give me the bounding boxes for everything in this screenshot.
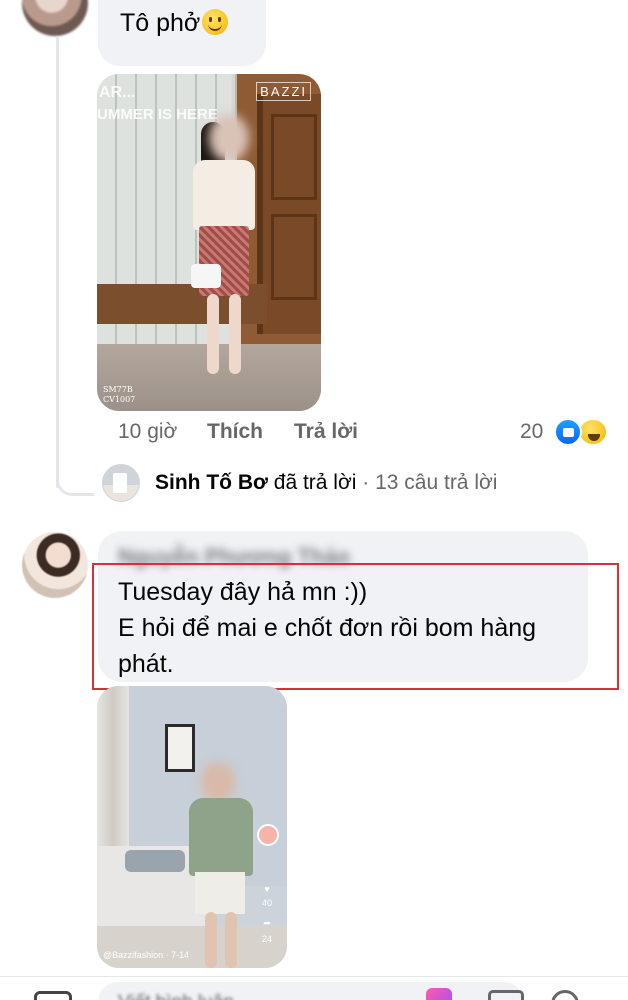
blurred-face (201, 762, 235, 802)
comment-photo-tiktok[interactable]: ♥ 40 ➦ 24 @Bazzifashion · 7-14 (97, 686, 287, 968)
smile-emoji-icon (202, 9, 229, 35)
like-icon[interactable] (554, 418, 582, 446)
avatar-sticker-icon[interactable] (426, 988, 452, 1000)
gif-icon[interactable] (488, 990, 524, 1000)
red-highlight-box (92, 563, 619, 690)
photo-watermark: AR... (99, 84, 136, 101)
wall-frame (165, 724, 195, 772)
commenter-avatar[interactable] (22, 532, 88, 598)
haha-icon[interactable] (578, 418, 608, 446)
comment-text-top: Tô phở (120, 9, 229, 38)
thread-line (56, 36, 59, 488)
blurred-face (209, 114, 249, 162)
share-icon: ➦ (263, 918, 271, 928)
comment-bubble-top[interactable]: Tô phở (98, 0, 266, 66)
reply-author-name[interactable]: Sinh Tố Bơ (155, 471, 268, 494)
brand-logo: BAZZI (256, 82, 311, 101)
like-link[interactable]: Thích (207, 420, 263, 444)
reply-count[interactable]: 13 câu trả lời (375, 471, 497, 494)
handbag (191, 264, 221, 288)
comment-input[interactable]: Viết bình luận... (98, 982, 524, 1000)
reply-avatar[interactable] (102, 464, 140, 502)
reply-separator: · (362, 471, 370, 494)
model-figure (179, 114, 279, 404)
creator-avatar-icon (257, 824, 279, 846)
commenter-avatar-top[interactable] (22, 0, 88, 36)
reply-link[interactable]: Trả lời (294, 420, 358, 444)
tiktok-handle: @Bazzifashion · 7-14 (103, 950, 190, 960)
like-count-overlay: 40 (261, 898, 272, 908)
heart-icon: ♥ (264, 884, 270, 894)
reply-action: đã trả lời (273, 471, 357, 494)
comment-photo-outfit[interactable]: AR... UMMER IS HERE BAZZI SM77B CV1007 (97, 74, 321, 411)
share-count-overlay: 24 (261, 934, 272, 944)
comment-timestamp: 10 giờ (118, 420, 178, 443)
reaction-count[interactable]: 20 (520, 420, 543, 444)
thread-connector (56, 456, 94, 496)
view-replies-link[interactable]: Sinh Tố Bơ đã trả lời · 13 câu trả lời (155, 471, 497, 495)
photo-code: SM77B CV1007 (103, 385, 136, 404)
camera-icon[interactable] (34, 991, 72, 1000)
comment-input-placeholder: Viết bình luận... (118, 992, 250, 1000)
